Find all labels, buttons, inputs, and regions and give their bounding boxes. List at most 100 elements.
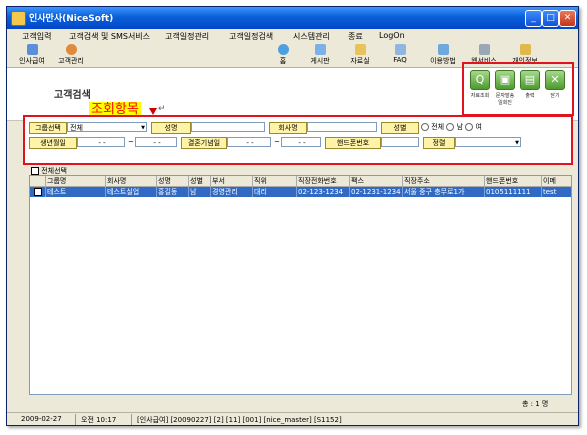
status-date: 2009-02-27 <box>21 415 62 423</box>
menu-customer-schedule[interactable]: 고객일정관리 <box>165 31 209 42</box>
menu-bar: 고객입력 고객검색 및 SMS서비스 고객일정관리 고객일정검색 시스템관리 종… <box>7 29 578 43</box>
cell-work-address: 서울 중구 충무로1가 <box>403 187 485 197</box>
print-icon: ▤ <box>520 70 540 90</box>
toolbar-customer-mgmt[interactable]: 고객관리 <box>54 44 88 66</box>
sort-label: 정렬 <box>423 137 455 149</box>
gender-radio-all[interactable] <box>421 123 429 131</box>
table-row[interactable]: 테스트 테스트실업 홍길동 남 경영관리 대리 02-123-1234 02-1… <box>30 187 571 197</box>
row-checkbox[interactable] <box>34 188 42 196</box>
birthday-range-sep: ~ <box>128 138 134 146</box>
close-icon: ✕ <box>545 70 565 90</box>
status-bar: 2009-02-27 오전 10:17 [인사급여] [20090227] [2… <box>7 412 578 425</box>
anniversary-label: 결혼기념일 <box>181 137 227 149</box>
anniversary-range-sep: ~ <box>274 138 280 146</box>
status-divider <box>131 414 132 425</box>
gender-female-label: 여 <box>475 123 482 131</box>
return-icon: ↵ <box>158 104 166 114</box>
gender-all-label: 전체 <box>431 123 445 131</box>
minimize-button[interactable]: _ <box>525 10 542 27</box>
dropdown-arrow-icon[interactable] <box>149 108 157 115</box>
payroll-icon <box>26 44 38 55</box>
toolbar-payroll-label: 인사급여 <box>19 57 45 65</box>
row-checkbox-cell[interactable] <box>30 187 46 197</box>
send-sms-button[interactable]: ▣ 문자발송 일회진 <box>493 70 517 106</box>
select-all-checkbox[interactable] <box>31 167 39 175</box>
grid-header-row: 그룹명 회사명 성명 성별 부서 직위 직장전화번호 팩스 직장주소 핸드폰번호… <box>30 176 571 187</box>
col-header-group[interactable]: 그룹명 <box>46 176 106 186</box>
group-select[interactable]: 전체 <box>67 122 147 133</box>
col-header-fax[interactable]: 팩스 <box>350 176 403 186</box>
anniversary-to-input[interactable]: - - <box>281 137 321 147</box>
col-header-work-phone[interactable]: 직장전화번호 <box>297 176 350 186</box>
status-info: [인사급여] [20090227] [2] [11] [001] [nice_m… <box>137 416 342 424</box>
toolbar-payroll[interactable]: 인사급여 <box>15 44 49 66</box>
col-header-position[interactable]: 직위 <box>253 176 297 186</box>
cell-department: 경영관리 <box>211 187 253 197</box>
close-window-button[interactable]: ✕ <box>559 10 576 27</box>
toolbar-customer-label: 고객관리 <box>58 57 84 65</box>
toolbar-howto[interactable]: 이용방법 <box>425 44 461 66</box>
cell-work-phone: 02-123-1234 <box>297 187 350 197</box>
gender-radio-male[interactable] <box>446 123 455 131</box>
print-button-label: 출력 <box>525 93 535 99</box>
cell-fax: 02-1231-1234 <box>350 187 403 197</box>
customer-grid: 그룹명 회사명 성명 성별 부서 직위 직장전화번호 팩스 직장주소 핸드폰번호… <box>29 175 572 395</box>
cell-mobile: 0105111111 <box>485 187 542 197</box>
cell-position: 대리 <box>253 187 297 197</box>
window-title: 인사만사(NiceSoft) <box>29 14 114 24</box>
cell-email: test <box>542 187 571 197</box>
toolbar-home[interactable]: 홈 <box>273 44 293 66</box>
sms-icon: ▣ <box>495 70 515 90</box>
name-input[interactable] <box>191 122 265 132</box>
anniversary-from-input[interactable]: - - <box>227 137 271 147</box>
birthday-from-input[interactable]: - - <box>77 137 125 147</box>
birthday-label: 생년월일 <box>29 137 77 149</box>
send-sms-label: 문자발송 일회진 <box>495 93 515 106</box>
action-button-group: Q 자료조회 ▣ 문자발송 일회진 ▤ 출력 ✕ 닫기 <box>462 62 574 116</box>
col-header-mobile[interactable]: 핸드폰번호 <box>485 176 542 186</box>
home-icon <box>277 44 289 55</box>
menu-customer-search-sms[interactable]: 고객검색 및 SMS서비스 <box>69 31 150 42</box>
menu-exit[interactable]: 종료 <box>348 31 363 42</box>
board-icon <box>314 44 326 55</box>
toolbar-board-label: 게시판 <box>310 57 330 65</box>
col-header-email[interactable]: 이메 <box>542 176 571 186</box>
search-panel: 그룹선택 전체 성명 회사명 성별 전체 남 여 생년월일 - - ~ - - … <box>23 115 573 165</box>
toolbar-howto-label: 이용방법 <box>430 57 456 65</box>
phone-input[interactable] <box>381 137 419 147</box>
search-button[interactable]: Q 자료조회 <box>468 70 492 99</box>
col-header-work-address[interactable]: 직장주소 <box>403 176 485 186</box>
menu-system-admin[interactable]: 시스템관리 <box>293 31 330 42</box>
page-title: 고객검색 <box>54 90 91 101</box>
close-button-label: 닫기 <box>550 93 560 99</box>
menu-logon[interactable]: LogOn <box>379 31 405 40</box>
gender-male-label: 남 <box>456 123 464 131</box>
maximize-button[interactable]: □ <box>542 10 559 27</box>
toolbar-faq-label: FAQ <box>393 56 407 64</box>
toolbar-faq[interactable]: FAQ <box>388 44 412 64</box>
col-header-gender[interactable]: 성별 <box>189 176 211 186</box>
toolbar-board[interactable]: 게시판 <box>305 44 335 66</box>
search-icon: Q <box>470 70 490 90</box>
close-button[interactable]: ✕ 닫기 <box>543 70 567 99</box>
company-input[interactable] <box>307 122 377 132</box>
birthday-to-input[interactable]: - - <box>135 137 177 147</box>
select-all-label: 전체선택 <box>41 167 67 175</box>
monitor-icon <box>478 44 490 55</box>
menu-customer-input[interactable]: 고객입력 <box>22 31 51 42</box>
toolbar-home-label: 홈 <box>279 57 287 65</box>
total-count: 총 : 1 명 <box>522 400 549 408</box>
col-header-company[interactable]: 회사명 <box>106 176 157 186</box>
print-button[interactable]: ▤ 출력 <box>518 70 542 99</box>
status-time: 오전 10:17 <box>81 416 117 424</box>
name-label: 성명 <box>151 122 191 134</box>
gender-radio-female[interactable] <box>465 123 474 131</box>
col-header-department[interactable]: 부서 <box>211 176 253 186</box>
cell-group: 테스트 <box>46 187 106 197</box>
col-header-name[interactable]: 성명 <box>157 176 189 186</box>
header-checkbox-col <box>30 176 46 186</box>
toolbar-archive[interactable]: 자료실 <box>345 44 375 66</box>
menu-schedule-search[interactable]: 고객일정검색 <box>229 31 273 42</box>
phone-label: 핸드폰번호 <box>325 137 381 149</box>
sort-select[interactable] <box>455 137 521 148</box>
